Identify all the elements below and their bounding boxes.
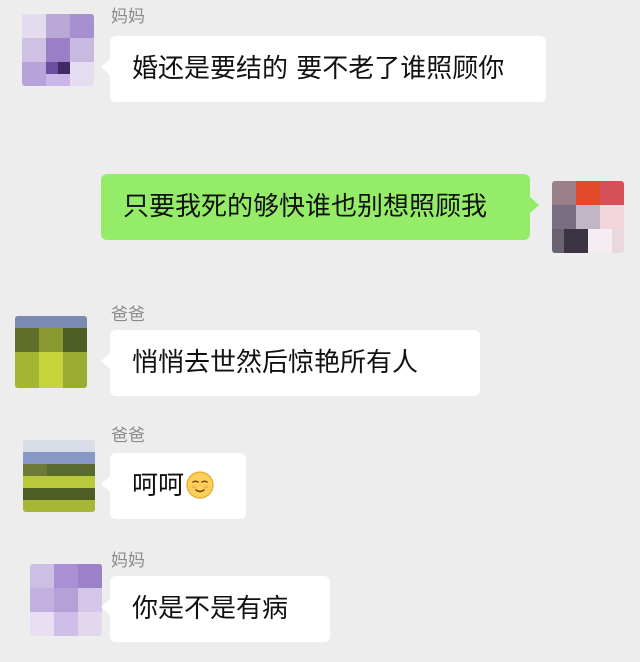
smirk-face-icon [186,471,214,499]
chat-thread: 妈妈 婚还是要结的 要不老了谁照顾你 只要我死的够快谁也别想照顾我 爸爸 悄悄去… [0,0,640,662]
sender-name: 爸爸 [111,426,145,446]
avatar[interactable] [552,181,624,253]
avatar[interactable] [15,316,87,388]
message-text: 悄悄去世然后惊艳所有人 [132,348,419,378]
message-bubble[interactable]: 呵呵 [101,453,246,519]
sender-name: 爸爸 [111,305,145,325]
message-text: 呵呵 [132,471,185,501]
message-text: 只要我死的够快谁也别想照顾我 [123,192,488,222]
avatar[interactable] [30,564,102,636]
sender-name: 妈妈 [111,7,145,27]
message-bubble[interactable]: 你是不是有病 [101,576,330,642]
message-text: 婚还是要结的 要不老了谁照顾你 [132,54,505,84]
message-text: 你是不是有病 [132,594,289,624]
avatar[interactable] [22,14,94,86]
message-bubble[interactable]: 悄悄去世然后惊艳所有人 [101,330,480,396]
avatar[interactable] [23,440,95,512]
message-bubble[interactable]: 只要我死的够快谁也别想照顾我 [101,174,539,240]
message-bubble[interactable]: 婚还是要结的 要不老了谁照顾你 [101,36,546,102]
sender-name: 妈妈 [111,551,145,571]
